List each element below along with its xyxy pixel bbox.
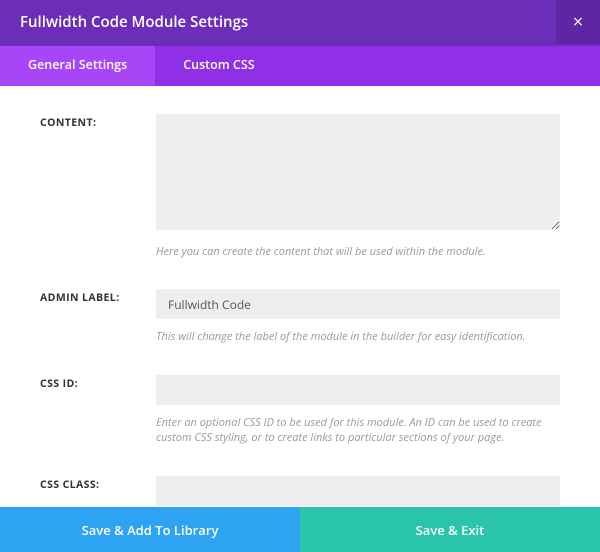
modal-title: Fullwidth Code Module Settings: [20, 12, 248, 32]
content-help-text: Here you can create the content that wil…: [156, 244, 560, 259]
content-textarea[interactable]: [156, 114, 560, 230]
tab-custom-css[interactable]: Custom CSS: [155, 44, 282, 86]
settings-panel: CONTENT: Here you can create the content…: [0, 86, 600, 507]
save-add-to-library-button[interactable]: Save & Add To Library: [0, 507, 300, 552]
tab-general-settings[interactable]: General Settings: [0, 44, 155, 86]
save-exit-button[interactable]: Save & Exit: [300, 507, 600, 552]
tab-bar: General Settings Custom CSS: [0, 44, 600, 86]
modal-header: Fullwidth Code Module Settings ×: [0, 0, 600, 44]
close-icon: ×: [573, 10, 583, 34]
admin-label-input[interactable]: [156, 289, 560, 319]
field-row-admin-label: ADMIN LABEL: This will change the label …: [40, 289, 560, 344]
css-id-input[interactable]: [156, 375, 560, 405]
modal-footer: Save & Add To Library Save & Exit: [0, 507, 600, 552]
admin-label-label: ADMIN LABEL:: [40, 289, 156, 344]
css-id-label: CSS ID:: [40, 375, 156, 446]
css-class-label: CSS CLASS:: [40, 476, 156, 507]
admin-label-help-text: This will change the label of the module…: [156, 329, 560, 344]
css-class-input[interactable]: [156, 476, 560, 506]
close-button[interactable]: ×: [556, 0, 600, 44]
content-label: CONTENT:: [40, 114, 156, 259]
field-row-content: CONTENT: Here you can create the content…: [40, 114, 560, 259]
css-id-help-text: Enter an optional CSS ID to be used for …: [156, 415, 560, 446]
field-row-css-id: CSS ID: Enter an optional CSS ID to be u…: [40, 375, 560, 446]
field-row-css-class: CSS CLASS: Enter optional CSS classes to…: [40, 476, 560, 507]
